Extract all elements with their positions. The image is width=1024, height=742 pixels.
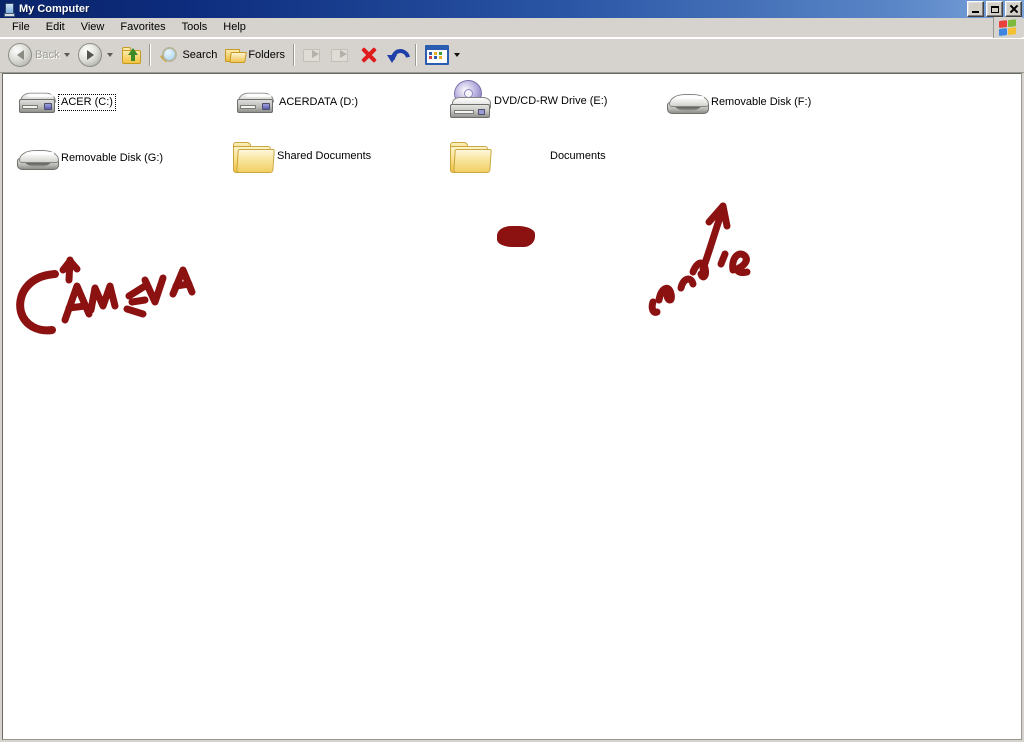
list-item[interactable]: ACER (C:) <box>13 82 116 122</box>
back-arrow-icon <box>8 43 32 67</box>
chevron-down-icon[interactable] <box>454 53 461 57</box>
menu-item-view[interactable]: View <box>73 19 113 36</box>
up-one-level-button[interactable] <box>117 41 145 69</box>
menu-item-tools[interactable]: Tools <box>174 19 216 36</box>
chevron-down-icon[interactable] <box>64 53 71 57</box>
list-item[interactable]: Documents <box>446 134 608 178</box>
list-item[interactable]: ACERDATA (D:) <box>231 82 360 122</box>
folders-icon <box>225 46 248 64</box>
list-item-label: DVD/CD-RW Drive (E:) <box>494 94 608 107</box>
toolbar-separator <box>149 44 152 66</box>
list-item-label: Documents <box>550 149 606 162</box>
list-item-label: ACERDATA (D:) <box>279 95 359 108</box>
window-title: My Computer <box>19 3 90 15</box>
delete-x-icon <box>359 46 379 64</box>
folders-button[interactable]: Folders <box>221 41 289 69</box>
windows-flag-icon <box>998 18 1018 37</box>
toolbar-separator <box>415 44 418 66</box>
hard-disk-drive-icon <box>13 82 59 122</box>
maximize-restore-button[interactable] <box>986 1 1003 17</box>
menu-item-file[interactable]: File <box>4 19 38 36</box>
menu-item-favorites[interactable]: Favorites <box>112 19 173 36</box>
redaction-blob-documents <box>497 226 535 247</box>
toolbar: Back Search Folders <box>0 38 1024 73</box>
list-item-label: ACER (C:) <box>58 93 116 111</box>
content-wrapper: ACER (C:) ACERDATA (D:) DVD/CD-RW Drive … <box>0 73 1024 742</box>
list-item[interactable]: DVD/CD-RW Drive (E:) <box>446 77 609 124</box>
windows-flag-button[interactable] <box>993 17 1022 38</box>
list-item[interactable]: Shared Documents <box>229 134 373 178</box>
move-to-folder-icon <box>303 46 323 64</box>
folders-button-label: Folders <box>248 49 286 61</box>
back-button-label: Back <box>35 49 60 61</box>
removable-disk-icon <box>663 82 709 122</box>
hard-disk-drive-icon <box>231 82 277 122</box>
my-computer-window: My Computer File Edit View Favorites Too… <box>0 0 1024 742</box>
removable-disk-icon <box>13 138 59 178</box>
back-button[interactable]: Back <box>4 41 74 69</box>
views-icon <box>425 45 450 65</box>
file-list-view[interactable]: ACER (C:) ACERDATA (D:) DVD/CD-RW Drive … <box>2 73 1022 740</box>
menu-bar: File Edit View Favorites Tools Help <box>0 17 1024 38</box>
toolbar-separator <box>293 44 296 66</box>
minimize-button[interactable] <box>967 1 984 17</box>
list-item-label: Removable Disk (F:) <box>711 95 812 108</box>
close-button[interactable] <box>1005 1 1022 17</box>
optical-drive-icon <box>446 77 492 124</box>
list-item-label: Shared Documents <box>277 149 372 162</box>
search-magnifier-icon <box>159 46 179 64</box>
menu-item-edit[interactable]: Edit <box>38 19 73 36</box>
icon-grid: ACER (C:) ACERDATA (D:) DVD/CD-RW Drive … <box>3 74 1021 739</box>
copy-to-folder-icon <box>331 46 351 64</box>
forward-button[interactable] <box>74 41 117 69</box>
undo-arrow-icon <box>387 45 414 72</box>
folder-icon <box>446 134 492 178</box>
search-button[interactable]: Search <box>155 41 221 69</box>
my-computer-icon <box>2 2 16 17</box>
move-to-button[interactable] <box>299 41 327 69</box>
list-item[interactable]: Removable Disk (G:) <box>13 138 165 178</box>
title-bar[interactable]: My Computer <box>0 0 1024 18</box>
list-item-label: Removable Disk (G:) <box>61 151 164 164</box>
views-button[interactable] <box>421 41 464 69</box>
chevron-down-icon[interactable] <box>107 53 114 57</box>
forward-arrow-icon <box>78 43 103 67</box>
copy-to-button[interactable] <box>327 41 355 69</box>
folder-icon <box>229 134 275 178</box>
window-controls <box>967 1 1022 17</box>
delete-button[interactable] <box>355 41 383 69</box>
undo-button[interactable] <box>383 41 414 72</box>
menu-item-help[interactable]: Help <box>215 19 254 36</box>
up-one-level-icon <box>121 46 142 64</box>
list-item[interactable]: Removable Disk (F:) <box>663 82 813 122</box>
search-button-label: Search <box>182 49 218 61</box>
